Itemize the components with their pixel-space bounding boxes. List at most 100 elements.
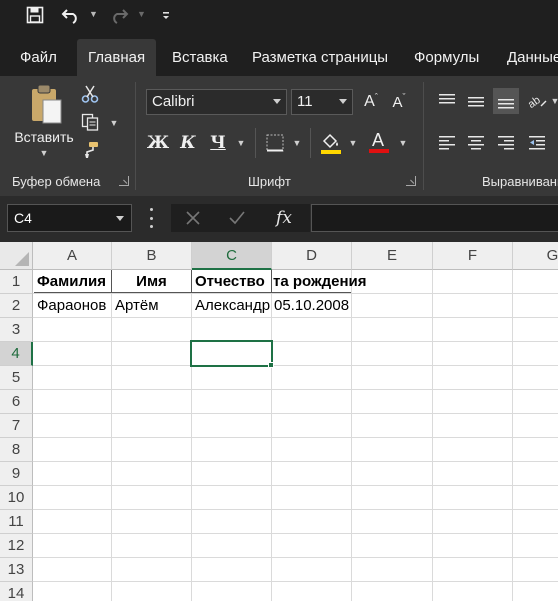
group-separator — [423, 82, 424, 190]
paste-button[interactable]: Вставить — [10, 127, 78, 147]
row-header-1[interactable]: 1 — [0, 270, 33, 294]
gridline — [271, 270, 272, 601]
gridline — [33, 437, 558, 438]
align-right-icon[interactable] — [495, 131, 517, 153]
column-header-e[interactable]: E — [352, 242, 433, 270]
row-header-10[interactable]: 10 — [0, 486, 33, 510]
ribbon: Вставить ▼ ▼ Буфер обмена Calibri 11 Aˆ … — [0, 76, 558, 196]
column-header-b[interactable]: B — [112, 242, 192, 270]
column-header-c[interactable]: C — [192, 242, 272, 270]
paste-icon[interactable] — [26, 82, 66, 126]
confirm-entry-icon[interactable] — [227, 208, 247, 228]
cell-d1[interactable]: та рождения — [272, 270, 432, 294]
svg-text:ab: ab — [527, 94, 543, 110]
divider — [310, 128, 311, 158]
gridline — [432, 270, 433, 601]
more-options-icon[interactable] — [146, 208, 156, 228]
borders-icon[interactable] — [263, 131, 287, 155]
customize-qat-icon[interactable] — [158, 4, 174, 26]
insert-function-button[interactable]: fx — [271, 206, 297, 230]
tab-file[interactable]: Файл — [20, 39, 57, 76]
font-color-icon[interactable]: A — [367, 128, 391, 156]
cell-c2[interactable]: Александр — [192, 294, 271, 318]
increase-font-size-icon[interactable]: Aˆ — [360, 91, 382, 113]
row-header-9[interactable]: 9 — [0, 462, 33, 486]
format-painter-icon[interactable] — [80, 140, 100, 160]
redo-dropdown-icon[interactable]: ▼ — [137, 9, 146, 19]
cell-c1[interactable]: Отчество — [192, 270, 271, 294]
redo-icon[interactable] — [106, 4, 132, 26]
bold-button[interactable]: Ж — [146, 131, 170, 155]
tab-data[interactable]: Данные — [507, 39, 558, 76]
row-header-3[interactable]: 3 — [0, 318, 33, 342]
row-header-7[interactable]: 7 — [0, 414, 33, 438]
borders-dropdown-icon[interactable]: ▼ — [291, 137, 303, 149]
column-header-f[interactable]: F — [433, 242, 513, 270]
tab-page-layout[interactable]: Разметка страницы — [252, 39, 388, 76]
copy-icon[interactable] — [80, 112, 100, 132]
undo-icon[interactable] — [58, 4, 84, 26]
row-header-13[interactable]: 13 — [0, 558, 33, 582]
row-header-12[interactable]: 12 — [0, 534, 33, 558]
column-header-g[interactable]: G — [513, 242, 558, 270]
cell-d2[interactable]: 05.10.2008 — [272, 294, 392, 318]
row-header-11[interactable]: 11 — [0, 510, 33, 534]
tab-home[interactable]: Главная — [77, 39, 157, 76]
font-name-select[interactable]: Calibri — [146, 89, 287, 115]
gridline — [33, 389, 558, 390]
font-launcher-icon[interactable] — [406, 176, 416, 186]
align-top-icon[interactable] — [436, 90, 458, 112]
row-header-6[interactable]: 6 — [0, 390, 33, 414]
fill-handle[interactable] — [268, 362, 274, 368]
orientation-dropdown-icon[interactable]: ▼ — [550, 95, 558, 107]
gridline — [33, 461, 558, 462]
underline-button[interactable]: Ч — [206, 131, 230, 155]
gridline — [33, 365, 558, 366]
chevron-down-icon — [273, 99, 281, 104]
column-header-d[interactable]: D — [272, 242, 352, 270]
row-header-2[interactable]: 2 — [0, 294, 33, 318]
align-center-icon[interactable] — [465, 131, 487, 153]
decrease-indent-icon[interactable] — [526, 131, 548, 153]
align-middle-icon[interactable] — [465, 90, 487, 112]
row-header-5[interactable]: 5 — [0, 366, 33, 390]
cell-a1[interactable]: Фамилия — [34, 270, 111, 294]
cancel-entry-icon[interactable] — [183, 208, 203, 228]
divider — [255, 128, 256, 158]
cell-a2[interactable]: Фараонов — [34, 294, 111, 318]
font-group-label: Шрифт — [248, 174, 291, 189]
underline-dropdown-icon[interactable]: ▼ — [235, 137, 247, 149]
formula-input[interactable] — [311, 204, 558, 232]
active-cell-c4[interactable] — [190, 340, 273, 367]
name-box[interactable]: C4 — [7, 204, 132, 232]
clipboard-launcher-icon[interactable] — [119, 176, 129, 186]
cell-b2[interactable]: Артём — [112, 294, 191, 318]
row-header-14[interactable]: 14 — [0, 582, 33, 601]
select-all-button[interactable] — [0, 242, 33, 270]
tab-insert[interactable]: Вставка — [172, 39, 228, 76]
fill-color-dropdown-icon[interactable]: ▼ — [347, 137, 359, 149]
font-size-select[interactable]: 11 — [291, 89, 353, 115]
row-header-8[interactable]: 8 — [0, 438, 33, 462]
column-header-a[interactable]: A — [33, 242, 112, 270]
cut-icon[interactable] — [80, 84, 100, 104]
font-color-dropdown-icon[interactable]: ▼ — [397, 137, 409, 149]
fill-color-icon[interactable] — [319, 130, 343, 156]
decrease-font-size-icon[interactable]: Aˇ — [388, 91, 410, 113]
tab-formulas[interactable]: Формулы — [414, 39, 479, 76]
gridline — [33, 485, 558, 486]
save-icon[interactable] — [22, 4, 48, 26]
group-separator — [135, 82, 136, 190]
orientation-icon[interactable]: ab — [526, 90, 548, 112]
align-left-icon[interactable] — [436, 131, 458, 153]
align-bottom-icon[interactable] — [493, 88, 519, 114]
cell-b1[interactable]: Имя — [112, 270, 191, 294]
paste-dropdown-icon[interactable]: ▼ — [38, 147, 50, 159]
copy-dropdown-icon[interactable]: ▼ — [108, 117, 120, 129]
formula-controls: fx — [171, 204, 310, 232]
gridline — [33, 581, 558, 582]
row-header-4[interactable]: 4 — [0, 342, 33, 366]
italic-button[interactable]: К — [176, 131, 200, 155]
undo-dropdown-icon[interactable]: ▼ — [89, 9, 98, 19]
gridline — [33, 509, 558, 510]
